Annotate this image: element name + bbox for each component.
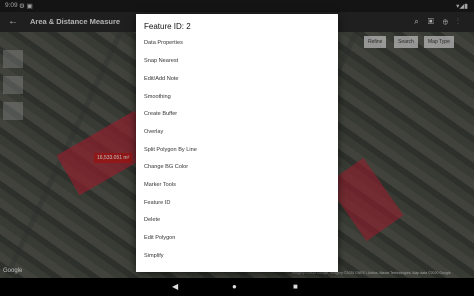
menu-item-snap-nearest[interactable]: Snap Nearest	[144, 58, 178, 64]
menu-item-split-polygon[interactable]: Split Polygon By Line	[144, 147, 197, 153]
home-nav-icon[interactable]: ●	[232, 282, 237, 291]
menu-item-delete[interactable]: Delete	[144, 217, 160, 223]
back-nav-icon[interactable]: ◀	[172, 282, 178, 291]
menu-item-marker-tools[interactable]: Marker Tools	[144, 182, 176, 188]
menu-item-overlay[interactable]: Overlay	[144, 129, 163, 135]
navigation-bar: ◀ ● ■	[0, 278, 474, 296]
menu-item-change-bg-color[interactable]: Change BG Color	[144, 164, 188, 170]
menu-item-edit-polygon[interactable]: Edit Polygon	[144, 235, 175, 241]
menu-item-feature-id[interactable]: Feature ID	[144, 200, 170, 206]
menu-item-create-buffer[interactable]: Create Buffer	[144, 111, 177, 117]
feature-options-dialog: Feature ID: 2 Data Properties Snap Neare…	[136, 14, 338, 272]
menu-item-data-properties[interactable]: Data Properties	[144, 40, 183, 46]
menu-item-smoothing[interactable]: Smoothing	[144, 94, 171, 100]
menu-item-edit-add-note[interactable]: Edit/Add Note	[144, 76, 179, 82]
recents-nav-icon[interactable]: ■	[293, 282, 298, 291]
dialog-title: Feature ID: 2	[144, 22, 191, 31]
menu-item-simplify[interactable]: Simplify	[144, 253, 164, 259]
